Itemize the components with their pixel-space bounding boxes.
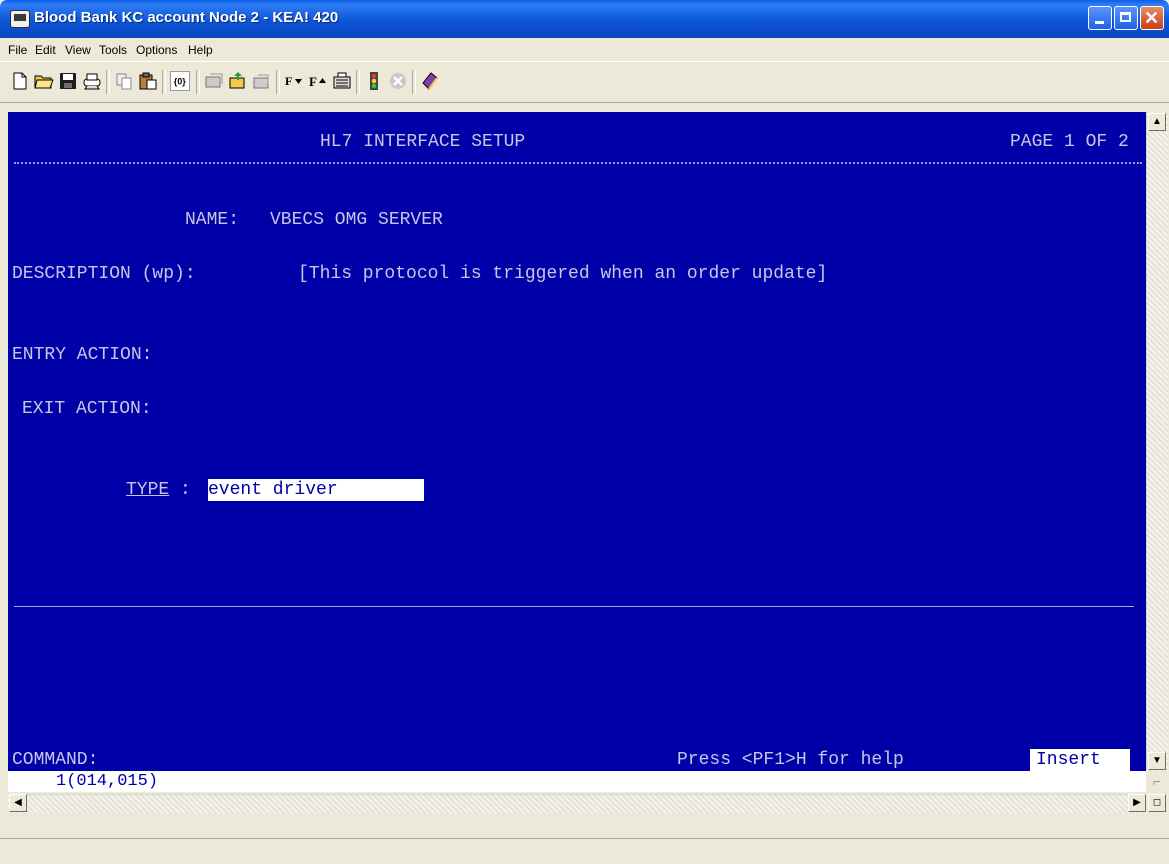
maximize-icon [1120, 12, 1131, 22]
scroll-right-button[interactable]: ▶ [1128, 794, 1146, 812]
menu-help[interactable]: Help [188, 43, 213, 57]
toolbar-separator [412, 70, 416, 94]
name-label: NAME: [185, 210, 240, 230]
traffic-light-icon[interactable] [364, 71, 384, 91]
insert-mode-indicator: Insert [1030, 749, 1130, 771]
header-divider [14, 162, 1142, 164]
app-terminal-icon[interactable] [10, 10, 30, 28]
receive-file-icon[interactable] [252, 71, 272, 91]
send-file-icon[interactable] [228, 71, 248, 91]
toolbar-separator [196, 70, 200, 94]
cursor-status-line: 1(014,015) [8, 771, 1146, 792]
resize-corner-icon: ⌐ [1152, 773, 1162, 789]
paste-icon[interactable] [138, 71, 158, 91]
maximize-button[interactable] [1114, 6, 1138, 30]
scroll-up-icon: ▲ [1152, 116, 1162, 127]
footer-divider [14, 606, 1134, 607]
menu-tools[interactable]: Tools [99, 43, 127, 57]
cursor-position: 1(014,015) [56, 772, 159, 791]
close-button[interactable]: ✕ [1140, 6, 1164, 30]
command-label[interactable]: COMMAND: [12, 750, 98, 770]
name-value[interactable]: VBECS OMG SERVER [270, 210, 443, 230]
layout-icon: ◻ [1152, 797, 1162, 808]
title-bar[interactable]: Blood Bank KC account Node 2 - KEA! 420 … [0, 0, 1169, 38]
scroll-left-icon: ◀ [14, 797, 22, 808]
menu-options[interactable]: Options [136, 43, 177, 57]
scroll-up-button[interactable]: ▲ [1148, 113, 1166, 131]
description-value[interactable]: [This protocol is triggered when an orde… [298, 264, 827, 284]
terminal-screen[interactable]: HL7 INTERFACE SETUP PAGE 1 OF 2 NAME: VB… [8, 112, 1146, 771]
exit-action-label: EXIT ACTION: [22, 399, 152, 419]
toolbar-separator [356, 70, 360, 94]
svg-text:F: F [285, 74, 292, 88]
status-bar [0, 838, 1169, 864]
minimize-button[interactable] [1088, 6, 1112, 30]
save-icon[interactable] [58, 71, 78, 91]
page-indicator: PAGE 1 OF 2 [1010, 132, 1129, 152]
type-field[interactable]: event driver [208, 479, 424, 501]
open-folder-icon[interactable] [34, 71, 54, 91]
toolbar-separator [276, 70, 280, 94]
horizontal-scrollbar[interactable] [8, 794, 1146, 813]
font-larger-icon[interactable]: F [308, 71, 328, 91]
capture-icon[interactable]: {0} [170, 71, 190, 91]
help-book-icon[interactable] [420, 71, 440, 91]
scroll-down-button[interactable]: ▼ [1148, 752, 1166, 770]
scroll-down-icon: ▼ [1152, 755, 1162, 766]
svg-text:{0}: {0} [174, 77, 187, 87]
new-file-icon[interactable] [10, 71, 30, 91]
toolbar-separator [162, 70, 166, 94]
type-label: TYPE [126, 480, 170, 500]
description-label: DESCRIPTION (wp): [12, 264, 196, 284]
menu-edit[interactable]: Edit [35, 43, 56, 57]
minimize-icon [1095, 21, 1104, 24]
print-icon[interactable] [82, 71, 102, 91]
scroll-left-button[interactable]: ◀ [9, 794, 27, 812]
type-colon: : [180, 480, 191, 500]
toolbar-separator [106, 70, 110, 94]
entry-action-label: ENTRY ACTION: [12, 345, 153, 365]
session-icon[interactable] [204, 71, 224, 91]
scroll-right-icon: ▶ [1133, 797, 1141, 808]
screen-title: HL7 INTERFACE SETUP [320, 132, 526, 152]
layout-toggle-button[interactable]: ◻ [1148, 794, 1166, 812]
disconnect-icon[interactable] [388, 71, 408, 91]
vertical-scrollbar[interactable] [1146, 112, 1168, 771]
menu-file[interactable]: File [8, 43, 27, 57]
keyboard-icon[interactable] [332, 71, 352, 91]
menu-view[interactable]: View [65, 43, 91, 57]
toolbar: {0} F F [0, 61, 1169, 103]
menu-bar: File Edit View Tools Options Help [0, 38, 1169, 60]
font-smaller-icon[interactable]: F [284, 71, 304, 91]
close-icon: ✕ [1144, 8, 1160, 28]
window-title: Blood Bank KC account Node 2 - KEA! 420 [34, 9, 339, 26]
svg-text:F: F [309, 74, 317, 89]
help-hint: Press <PF1>H for help [677, 750, 904, 770]
copy-icon[interactable] [114, 71, 134, 91]
